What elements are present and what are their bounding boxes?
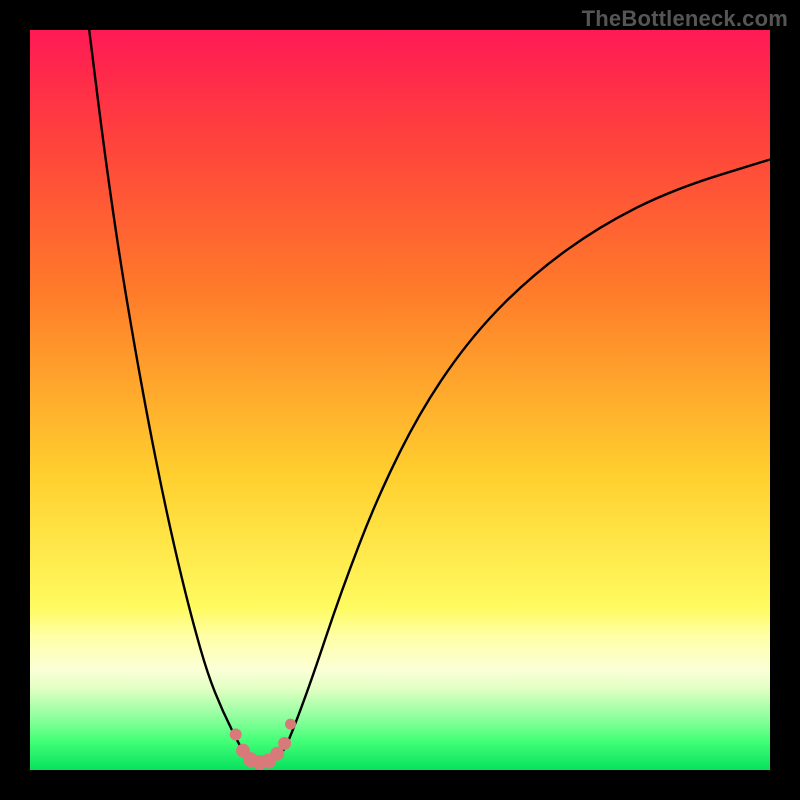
bottleneck-curve (30, 30, 770, 770)
valley-marker (285, 719, 296, 730)
chart-frame: TheBottleneck.com (0, 0, 800, 800)
plot-area (30, 30, 770, 770)
valley-marker (230, 729, 242, 741)
watermark-text: TheBottleneck.com (582, 6, 788, 32)
curve-line (89, 30, 770, 763)
valley-marker (278, 737, 291, 750)
